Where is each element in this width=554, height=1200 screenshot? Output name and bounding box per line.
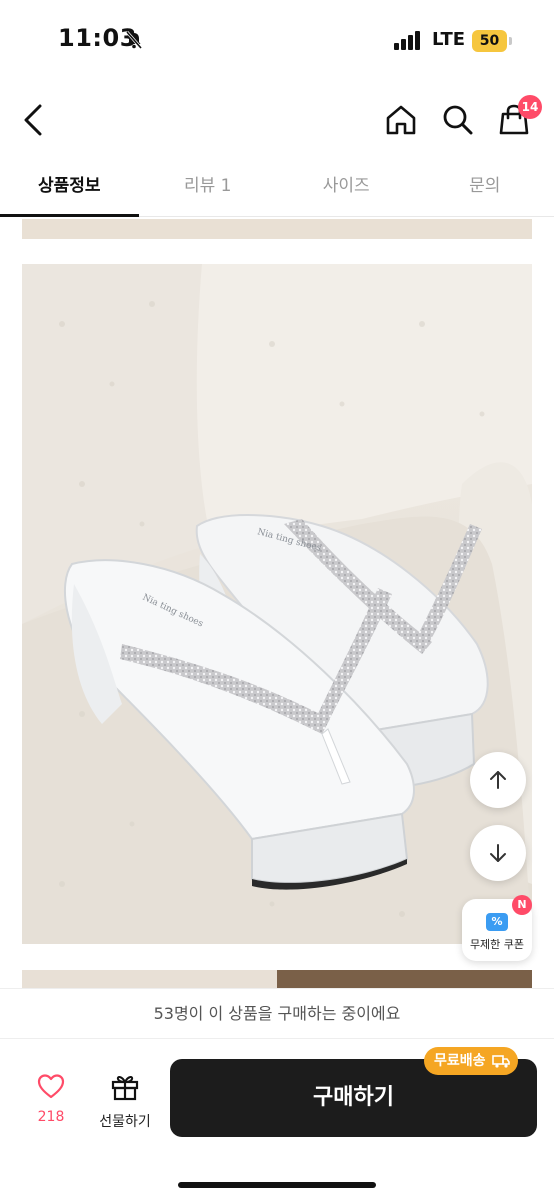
platform-flip-flop-image: Nia ting shoes Nia ting shoes — [22, 264, 532, 944]
new-badge: N — [512, 895, 532, 915]
battery-icon: 50 — [472, 30, 512, 52]
top-navigation — [0, 84, 554, 154]
tab-inquiry[interactable]: 문의 — [416, 160, 554, 216]
home-icon — [386, 105, 416, 135]
truck-icon — [491, 1055, 510, 1068]
scroll-up-button[interactable] — [470, 752, 526, 808]
coupon-ticket-icon: % — [486, 913, 508, 931]
free-shipping-badge: 무료배송 — [424, 1047, 518, 1075]
home-button[interactable] — [379, 98, 423, 142]
product-photo: Nia ting shoes Nia ting shoes — [22, 264, 532, 944]
product-tabs: 상품정보 리뷰 1 사이즈 문의 — [0, 160, 554, 217]
search-button[interactable] — [436, 98, 480, 142]
scroll-down-button[interactable] — [470, 825, 526, 881]
buying-now-banner: 53명이 이 상품을 구매하는 중이에요 — [0, 988, 554, 1038]
heart-icon — [37, 1074, 65, 1099]
bell-off-icon — [124, 30, 144, 50]
network-type: LTE — [432, 29, 466, 50]
like-button[interactable]: 218 — [22, 1073, 80, 1133]
arrow-up-icon — [490, 771, 506, 789]
tab-reviews[interactable]: 리뷰 1 — [139, 160, 278, 216]
gift-button[interactable]: 선물하기 — [90, 1073, 160, 1133]
gift-icon — [111, 1076, 139, 1101]
cellular-signal-icon — [394, 30, 424, 50]
cart-count-badge: 14 — [518, 95, 542, 119]
previous-image-strip — [22, 219, 532, 239]
home-indicator — [178, 1182, 376, 1188]
gift-label: 선물하기 — [99, 1114, 151, 1130]
tab-size[interactable]: 사이즈 — [277, 160, 416, 216]
back-button[interactable] — [12, 98, 56, 142]
tab-product-info[interactable]: 상품정보 — [0, 160, 139, 217]
free-shipping-label: 무료배송 — [434, 1053, 486, 1069]
chevron-left-icon — [24, 104, 42, 136]
next-image-strip — [22, 970, 532, 990]
like-count: 218 — [37, 1109, 65, 1125]
battery-level: 50 — [479, 33, 500, 49]
unlimited-coupon-button[interactable]: % N 무제한 쿠폰 — [462, 895, 532, 961]
coupon-label: 무제한 쿠폰 — [469, 938, 525, 951]
arrow-down-icon — [490, 844, 506, 862]
search-icon — [443, 105, 473, 135]
status-bar: 11:03 LTE 50 — [0, 0, 554, 84]
